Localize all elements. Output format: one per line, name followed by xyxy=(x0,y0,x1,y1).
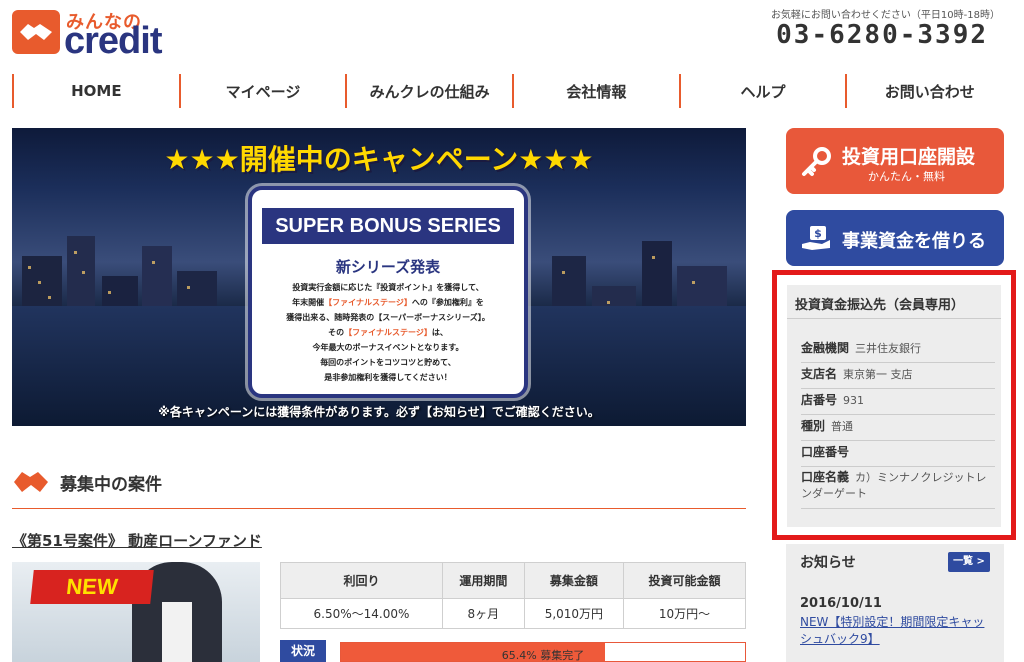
borrow-label: 事業資金を借りる xyxy=(842,231,986,252)
promo-line: 毎回のポイントをコツコツと貯めて、 xyxy=(320,358,456,367)
bank-transfer-info-panel: 投資資金振込先（会員専用） 金融機関 三井住友銀行 支店名 東京第一 支店 店番号 9… xyxy=(787,285,1001,527)
open-account-label: 投資用口座開設 xyxy=(842,146,976,168)
nav-item-how-it-works[interactable]: みんクレの仕組み xyxy=(345,74,512,108)
table-cell: 6.50%～14.00% xyxy=(280,598,443,629)
contact-note: お気軽にお問い合わせください（平日10時-18時） xyxy=(770,10,1000,21)
nav-item-help[interactable]: ヘルプ xyxy=(678,74,846,108)
news-panel: お知らせ 一覧 > 2016/10/11 NEW【特別設定！期間限定キャッシュバ… xyxy=(786,544,1004,662)
news-list-button[interactable]: 一覧 > xyxy=(948,552,990,572)
fund-title-link[interactable]: 《第51号案件》 動産ローンファンド xyxy=(12,530,262,551)
fund-info-table: 利回り 運用期間 募集金額 投資可能金額 6.50%～14.00% 8ヶ月 5,… xyxy=(280,562,747,629)
promo-line: 年末開催【ファイナルステージ】への『参加権利』を xyxy=(292,298,484,307)
promo-card-title: SUPER BONUS SERIES xyxy=(262,208,514,244)
news-title: お知らせ xyxy=(800,555,856,571)
news-date: 2016/10/11 xyxy=(800,596,882,611)
table-cell: 5,010万円 xyxy=(523,598,624,629)
handshake-icon xyxy=(14,472,48,492)
phone-number[interactable]: 03-6280-3392 xyxy=(776,20,988,50)
banner-notice: ※各キャンペーンには獲得条件があります。必ず【お知らせ】でご確認ください。 xyxy=(158,405,600,419)
progress-text: 65.4% 募集完了 xyxy=(501,649,585,662)
table-header: 運用期間 xyxy=(441,562,525,599)
recruiting-section-title: 募集中の案件 xyxy=(60,475,162,495)
bank-panel-title: 投資資金振込先（会員専用） xyxy=(787,285,1001,319)
bank-row-type: 種別 普通 xyxy=(801,417,995,441)
svg-text:$: $ xyxy=(814,227,822,240)
bank-row-account-number: 口座番号 xyxy=(801,443,995,467)
table-cell: 8ヶ月 xyxy=(441,598,525,629)
handshake-icon xyxy=(12,10,60,54)
key-icon xyxy=(802,147,831,176)
table-header: 募集金額 xyxy=(523,562,624,599)
shirt-image xyxy=(162,602,192,662)
status-label: 状況 xyxy=(280,640,326,662)
bank-transfer-info-highlight: 投資資金振込先（会員専用） 金融機関 三井住友銀行 支店名 東京第一 支店 店番号 9… xyxy=(772,270,1016,540)
promo-line: 獲得出来る、随時発表の【スーパーボーナスシリーズ】。 xyxy=(286,313,490,322)
open-investment-account-button[interactable]: 投資用口座開設 かんたん・無料 xyxy=(786,128,1004,194)
table-row: 6.50%～14.00% 8ヶ月 5,010万円 10万円～ xyxy=(280,598,747,629)
new-badge: NEW xyxy=(30,570,154,604)
table-header-row: 利回り 運用期間 募集金額 投資可能金額 xyxy=(280,562,747,599)
fund-thumbnail-image[interactable]: NEW xyxy=(12,562,260,662)
news-item-link[interactable]: NEW【特別設定！期間限定キャッシュバック9】 xyxy=(800,614,996,648)
open-account-sublabel: かんたん・無料 xyxy=(868,170,945,183)
promo-card-subtitle: 新シリーズ発表 xyxy=(335,258,441,276)
promo-line: 是非参加権利を獲得してください！ xyxy=(324,373,452,382)
campaign-banner[interactable]: ★★★開催中のキャンペーン★★★ SUPER BONUS SERIES 新シリー… xyxy=(12,128,746,426)
nav-item-company[interactable]: 会社情報 xyxy=(512,74,679,108)
bank-row-branch: 支店名 東京第一 支店 xyxy=(801,365,995,389)
promo-card: SUPER BONUS SERIES 新シリーズ発表 投資実行金額に応じた『投資… xyxy=(248,186,528,398)
promo-line: その【ファイナルステージ】は、 xyxy=(328,328,448,337)
table-header: 投資可能金額 xyxy=(622,562,747,599)
banner-heading: ★★★開催中のキャンペーン★★★ xyxy=(164,143,594,176)
main-nav: HOME マイページ みんクレの仕組み 会社情報 ヘルプ お問い合わせ xyxy=(12,74,1012,108)
bank-row-account-holder: 口座名義 カ）ミンナノクレジットレンダーゲート xyxy=(801,469,995,509)
borrow-business-funds-button[interactable]: $ 事業資金を借りる xyxy=(786,210,1004,266)
table-header: 利回り xyxy=(280,562,443,599)
funding-progress-bar: 65.4% 募集完了 xyxy=(340,642,746,662)
site-logo[interactable]: みんなの credit xyxy=(12,6,192,62)
bank-row-branch-number: 店番号 931 xyxy=(801,391,995,415)
section-divider xyxy=(12,508,746,509)
table-cell: 10万円～ xyxy=(622,598,747,629)
bank-row-institution: 金融機関 三井住友銀行 xyxy=(801,339,995,363)
nav-item-home[interactable]: HOME xyxy=(12,74,179,108)
nav-item-mypage[interactable]: マイページ xyxy=(178,74,346,108)
money-hand-icon: $ xyxy=(802,226,830,250)
nav-item-contact[interactable]: お問い合わせ xyxy=(845,74,1012,108)
logo-text-bottom: credit xyxy=(64,20,162,62)
promo-line: 投資実行金額に応じた『投資ポイント』を獲得して、 xyxy=(292,283,484,292)
promo-line: 今年最大のボーナスイベントとなります。 xyxy=(312,343,464,352)
